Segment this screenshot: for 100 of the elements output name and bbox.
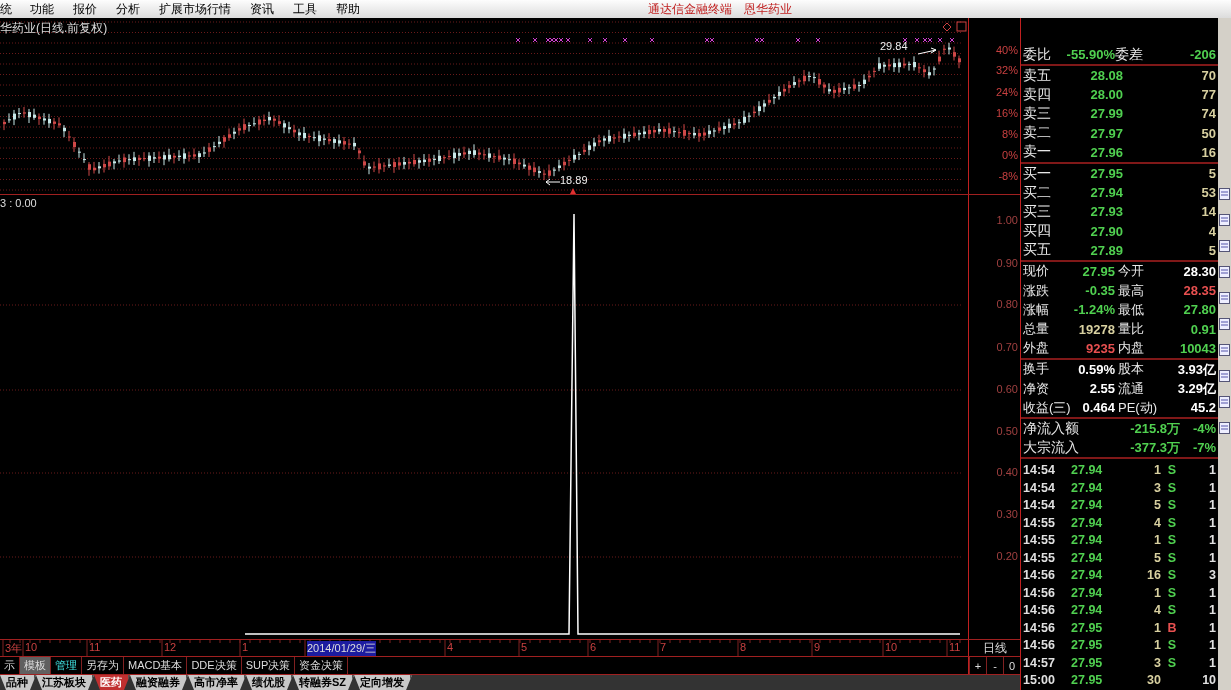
date-tick: 10 [885,641,898,653]
flow-share: -4% [1191,421,1217,437]
trade-volume: 16 [1146,568,1161,583]
trade-count: 1 [1208,585,1217,600]
trade-price: 27.94 [1071,515,1104,530]
date-tick: 11 [89,641,101,653]
ask-price: 27.97 [1089,125,1123,141]
date-tick: 10 [25,641,38,653]
flow-share: -7% [1191,440,1217,456]
bid-label: 买三 [1023,202,1052,221]
quote-value: 0.464 [1082,400,1115,416]
indicator-title: 3 : 0.00 [0,197,37,209]
trade-side: S [1166,638,1178,653]
quote-value: 10043 [1179,340,1217,356]
trade-time: 14:55 [1023,515,1056,530]
trade-side: S [1166,498,1178,513]
trade-count: 10 [1201,673,1217,688]
date-tick: 5 [521,641,528,653]
trade-time: 14:54 [1023,463,1056,478]
bid-price: 27.90 [1089,223,1123,239]
trade-count: 3 [1208,568,1217,583]
quote-value: -1.24% [1073,302,1115,318]
app-title: 通达信金融终端 [648,0,732,18]
quote-value: 28.30 [1183,263,1217,279]
trade-time: 14:54 [1023,498,1056,513]
trade-side: S [1166,533,1178,548]
axis-label: 0.90 [996,257,1018,269]
bid-volume: 14 [1200,204,1217,220]
axis-label: 0.30 [996,508,1018,520]
sheet-tab[interactable]: 高市净率 [188,675,246,690]
quote-label: 总量 [1023,320,1050,339]
trade-side: S [1166,550,1178,565]
trade-side: S [1166,585,1178,600]
price-label: 29.84 [880,40,908,52]
quote-value: -0.35 [1085,283,1115,299]
ask-label: 卖一 [1023,143,1052,162]
bid-label: 买五 [1023,241,1052,260]
menu-item[interactable]: 统 [0,0,12,18]
quote-value: 0.91 [1190,321,1217,337]
quote-value: 3.93亿 [1177,361,1217,377]
axis-label: 0.20 [996,550,1018,562]
quote-value: 9235 [1086,340,1115,356]
bid-price: 27.93 [1089,204,1123,220]
sheet-tab[interactable]: 绩优股 [246,675,293,690]
trade-price: 27.94 [1071,585,1104,600]
quote-value: 19278 [1078,321,1115,337]
stock-name: 恩华药业 [744,0,792,18]
date-tick: 11 [949,641,961,653]
date-tick: 9 [814,641,821,653]
quote-value: 28.35 [1183,283,1217,299]
menu-item[interactable]: 扩展市场行情 [159,0,231,18]
menu-item[interactable]: 报价 [73,0,97,18]
trade-volume: 1 [1153,533,1161,548]
axis-label: 0.60 [996,383,1018,395]
ask-price: 27.99 [1089,106,1123,122]
sheet-tab[interactable]: 融资融券 [130,675,188,690]
trade-volume: 1 [1153,620,1161,635]
quote-value: 3.29亿 [1177,381,1217,397]
ask-price: 28.08 [1089,68,1123,84]
quote-label: 收益(三) [1023,398,1072,417]
menu-item[interactable]: 功能 [30,0,54,18]
bid-volume: 4 [1207,223,1217,239]
trade-side: S [1166,480,1178,495]
trade-volume: 4 [1153,515,1161,530]
menu-item[interactable]: 分析 [116,0,140,18]
sheet-tab[interactable]: 转融券SZ [293,675,355,690]
trade-volume: 5 [1153,550,1161,565]
menu-item[interactable]: 资讯 [250,0,274,18]
trade-volume: 4 [1153,603,1161,618]
ask-label: 卖三 [1023,104,1052,123]
quote-label: PE(动) [1117,398,1158,417]
menu-item[interactable]: 工具 [293,0,317,18]
sheet-tab[interactable]: 江苏板块 [36,675,94,690]
template-button[interactable]: 模板 [20,657,51,674]
quote-label: 涨幅 [1023,300,1050,319]
trade-time: 15:00 [1023,673,1056,688]
ask-price: 28.00 [1089,87,1123,103]
trade-side: S [1166,463,1178,478]
trade-time: 14:56 [1023,568,1056,583]
sheet-tab[interactable]: 医药 [94,675,130,690]
period-label[interactable]: 日线 [982,639,1007,657]
menu-item[interactable]: 帮助 [336,0,360,18]
date-tick: 7 [660,641,667,653]
axis-label: 16% [995,107,1018,119]
date-tick: 2014/01/29/三 [307,641,377,656]
quote-label: 现价 [1023,262,1050,281]
sheet-tab[interactable]: 定向增发 [354,675,413,690]
bid-label: 买二 [1023,183,1052,202]
trade-volume: 1 [1153,463,1161,478]
ask-volume: 16 [1200,144,1217,160]
trade-count: 1 [1208,533,1217,548]
ask-volume: 50 [1200,125,1217,141]
trade-count: 1 [1208,498,1217,513]
sheet-tab[interactable]: 品种 [0,675,36,690]
axis-label: 8% [1002,128,1018,140]
axis-label: 40% [995,44,1018,56]
bid-price: 27.89 [1089,242,1123,258]
trade-price: 27.94 [1071,568,1104,583]
quote-label: 今开 [1117,262,1145,281]
flow-value: -377.3万 [1129,438,1181,457]
